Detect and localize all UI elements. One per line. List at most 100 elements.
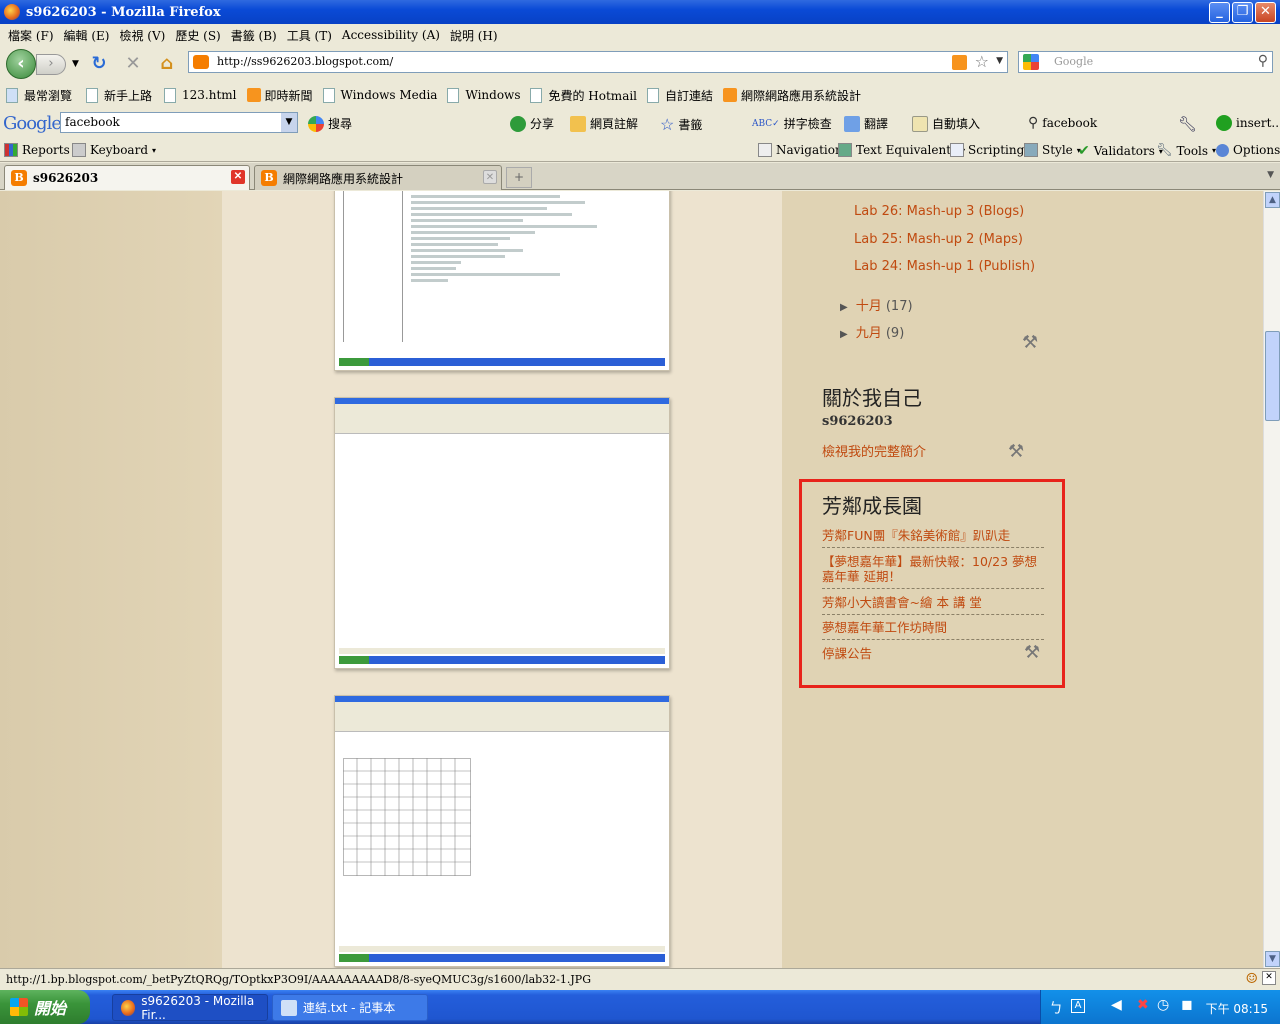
autofill-button[interactable]: 自動填入 — [912, 115, 980, 132]
volume-icon[interactable]: ◼ — [1181, 997, 1193, 1013]
ime-icon[interactable]: ㄅ — [1049, 998, 1063, 1018]
search-icon[interactable]: ⚲ — [1258, 53, 1268, 69]
menu-bookmarks[interactable]: 書籤 (B) — [231, 27, 277, 44]
bookmark-star-icon[interactable]: ☆ — [975, 52, 989, 71]
widget-link-4[interactable]: 夢想嘉年華工作坊時間 — [822, 620, 1044, 640]
scroll-thumb[interactable] — [1265, 331, 1280, 421]
blogger-icon: B — [11, 170, 27, 186]
insert-button[interactable]: insert... — [1216, 115, 1280, 131]
tab-course[interactable]: B 網際網路應用系統設計 ✕ — [254, 165, 502, 190]
widget-link-5[interactable]: 停課公告 — [822, 646, 1044, 665]
url-bar[interactable]: http://ss9626203.blogspot.com/ ☆ ▼ — [188, 51, 1008, 73]
bookmark-windows-media[interactable]: Windows Media — [322, 87, 437, 103]
spellcheck-button[interactable]: ABC✓ 拼字檢查 — [752, 115, 832, 132]
url-dropdown-icon[interactable]: ▼ — [996, 56, 1003, 66]
reports-menu[interactable]: Reports▾ — [4, 143, 78, 157]
bookmark-custom-links[interactable]: 自訂連結 — [647, 87, 713, 104]
vertical-scrollbar[interactable]: ▲ ▼ — [1263, 191, 1280, 968]
post-image-lab-table[interactable] — [334, 695, 670, 967]
reload-icon[interactable]: ↻ — [88, 54, 110, 76]
network-icon[interactable]: ◀ — [1111, 997, 1122, 1013]
widget-link-2[interactable]: 【夢想嘉年華】最新快報：10/23 夢想嘉年華 延期！ — [822, 554, 1044, 589]
scripting-menu[interactable]: Scripting▾ — [950, 143, 1032, 157]
bookmark-most-visited[interactable]: 最常瀏覽 — [6, 87, 72, 104]
widget-link-3[interactable]: 芳鄰小大讀書會~繪 本 講 堂 — [822, 595, 1044, 615]
options-menu[interactable]: Options▾ — [1216, 143, 1280, 157]
start-button[interactable]: 開始 — [0, 990, 90, 1024]
tab-close-icon[interactable]: ✕ — [483, 170, 497, 184]
bookmark-123-html[interactable]: 123.html — [164, 87, 237, 103]
post-image-lab-blank[interactable] — [334, 397, 670, 669]
google-logo[interactable]: Google — [3, 113, 62, 134]
lab26-link[interactable]: Lab 26: Mash-up 3 (Blogs) — [854, 204, 1024, 219]
clock-tray-icon[interactable]: ◷ — [1157, 997, 1169, 1013]
translate-button[interactable]: 翻譯 — [844, 115, 888, 132]
bookmark-course[interactable]: 網際網路應用系統設計 — [723, 87, 861, 104]
blogger-icon: B — [261, 170, 277, 186]
menu-edit[interactable]: 編輯 (E) — [64, 27, 110, 44]
widget-link-1[interactable]: 芳鄰FUN團『朱銘美術館』趴趴走 — [822, 528, 1044, 548]
rss-icon[interactable] — [952, 55, 967, 70]
taskbar-notepad[interactable]: 連結.txt - 記事本 — [272, 994, 428, 1021]
tab-s9626203[interactable]: B s9626203 ✕ — [4, 165, 250, 190]
navigation-menu[interactable]: Navigation▾ — [758, 143, 851, 157]
google-query-input[interactable]: facebook ▼ — [60, 112, 298, 133]
bookmark-getting-started[interactable]: 新手上路 — [86, 87, 152, 104]
ime-mode-icon[interactable]: A — [1071, 999, 1085, 1013]
menu-history[interactable]: 歷史 (S) — [175, 27, 220, 44]
forward-button[interactable]: › — [36, 54, 66, 75]
status-panel-icon[interactable]: ✕ — [1262, 971, 1276, 985]
history-dropdown-icon[interactable]: ▼ — [72, 59, 79, 69]
menu-file[interactable]: 檔案 (F) — [8, 27, 54, 44]
google-bookmarks-button[interactable]: ☆ 書籤 — [660, 115, 702, 134]
back-button[interactable]: ‹ — [6, 49, 36, 79]
expand-triangle-icon[interactable]: ▶ — [840, 302, 848, 313]
status-bar: http://1.bp.blogspot.com/_betPyZtQRQg/TO… — [0, 968, 1280, 990]
lab25-link[interactable]: Lab 25: Mash-up 2 (Maps) — [854, 232, 1023, 247]
google-share-button[interactable]: 分享 — [510, 115, 554, 132]
text-equivalents-menu[interactable]: Text Equivalents▾ — [838, 143, 965, 157]
facebook-search-button[interactable]: ⚲ facebook — [1028, 115, 1097, 131]
tools-menu[interactable]: 🔧︎ Tools ▾ — [1156, 143, 1216, 158]
keyboard-menu[interactable]: Keyboard ▾ — [72, 143, 156, 157]
menu-tools[interactable]: 工具 (T) — [287, 27, 332, 44]
expand-triangle-icon[interactable]: ▶ — [840, 329, 848, 340]
bookmark-windows[interactable]: Windows — [447, 87, 520, 103]
new-tab-button[interactable]: + — [506, 167, 532, 188]
monkey-icon[interactable]: ☺ — [1245, 971, 1258, 987]
wrench-settings-button[interactable]: 🔧︎ — [1178, 115, 1197, 133]
bookmark-hotmail[interactable]: 免費的 Hotmail — [530, 87, 637, 104]
scroll-down-button[interactable]: ▼ — [1265, 951, 1280, 967]
menu-accessibility[interactable]: Accessibility (A) — [342, 28, 440, 42]
tab-list-icon[interactable]: ▼ — [1267, 170, 1274, 180]
tab-close-icon[interactable]: ✕ — [231, 170, 245, 184]
google-notebook-button[interactable]: 網頁註解 — [570, 115, 638, 132]
close-button[interactable]: ✕ — [1255, 2, 1276, 23]
lab24-link[interactable]: Lab 24: Mash-up 1 (Publish) — [854, 259, 1035, 274]
post-image-lab-code[interactable] — [334, 191, 670, 371]
validators-menu[interactable]: ✔ Validators ▾ — [1078, 143, 1163, 159]
google-engine-icon[interactable] — [1023, 54, 1039, 70]
stop-icon[interactable]: ✕ — [122, 54, 144, 76]
bookmark-latest-news[interactable]: 即時新聞 — [246, 87, 313, 104]
scroll-up-button[interactable]: ▲ — [1265, 192, 1280, 208]
query-dropdown-icon[interactable]: ▼ — [281, 113, 297, 132]
edit-wrench-icon[interactable]: ⚒ — [1024, 642, 1040, 663]
google-search-button[interactable]: 搜尋 — [308, 115, 352, 132]
menu-help[interactable]: 說明 (H) — [450, 27, 498, 44]
security-icon[interactable]: ✖ — [1137, 997, 1149, 1013]
menu-view[interactable]: 檢視 (V) — [119, 27, 165, 44]
style-menu[interactable]: Style ▾ — [1024, 143, 1081, 157]
view-profile-link[interactable]: 檢視我的完整簡介 — [822, 441, 926, 460]
profile-name[interactable]: s9626203 — [822, 414, 893, 429]
search-box[interactable]: Google ⚲ — [1018, 51, 1273, 73]
edit-wrench-icon[interactable]: ⚒ — [1022, 332, 1038, 353]
search-placeholder: Google — [1054, 55, 1094, 68]
archive-september[interactable]: ▶ 九月 (9) — [840, 322, 904, 341]
archive-october[interactable]: ▶ 十月 (17) — [840, 295, 913, 314]
minimize-button[interactable]: _ — [1209, 2, 1230, 23]
edit-wrench-icon[interactable]: ⚒ — [1008, 441, 1024, 462]
home-icon[interactable]: ⌂ — [156, 54, 178, 76]
restore-button[interactable]: ❐ — [1232, 2, 1253, 23]
taskbar-firefox[interactable]: s9626203 - Mozilla Fir... — [112, 994, 268, 1022]
